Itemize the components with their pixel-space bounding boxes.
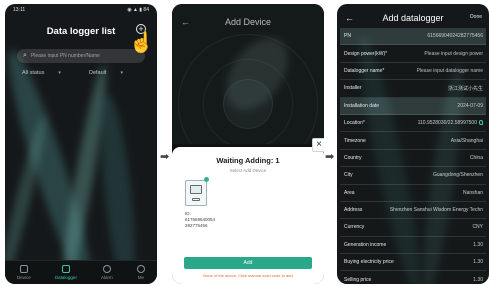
search-bar[interactable]: ⌕ bbox=[17, 49, 145, 63]
done-button[interactable]: Done bbox=[470, 14, 482, 20]
alarm-icon bbox=[102, 265, 111, 273]
field-label: Datalogger name* bbox=[344, 67, 385, 74]
form-row-location[interactable]: Location* 110.9528030/22.58997500 bbox=[340, 114, 486, 133]
selling-price-field[interactable]: 1.30 bbox=[473, 277, 483, 283]
form-row-timezone[interactable]: Timezone Asia/Shanghai bbox=[340, 132, 486, 150]
form-row-buying-price[interactable]: Buying electricity price 1.30 bbox=[340, 254, 486, 272]
add-device-screen: ← Add Device × Waiting Adding: 1 Select … bbox=[172, 4, 324, 284]
add-button[interactable]: Add bbox=[184, 257, 312, 269]
design-power-field[interactable]: Please input design power bbox=[424, 51, 483, 57]
form-row-installer: Installer 浙江测试小先生 bbox=[340, 80, 486, 98]
chevron-down-icon: ▾ bbox=[58, 70, 61, 76]
status-filter-label: All status bbox=[22, 70, 45, 76]
field-label: City bbox=[344, 172, 353, 179]
field-label: Design power(kW)* bbox=[344, 50, 388, 57]
field-label: Country bbox=[344, 154, 362, 161]
search-icon: ⌕ bbox=[23, 52, 27, 59]
tab-datalogger[interactable]: Datalogger bbox=[55, 265, 77, 280]
flow-arrow-icon: ➡ bbox=[325, 151, 335, 163]
city-field[interactable]: Guangdong/Shenzhen bbox=[433, 172, 483, 178]
field-label: Address bbox=[344, 207, 363, 214]
serial-line-2: 282775456 bbox=[185, 223, 208, 228]
tab-label: Me bbox=[137, 275, 145, 280]
user-icon bbox=[136, 265, 145, 273]
datalogger-name-field[interactable]: Please input datalogger name bbox=[417, 68, 483, 74]
device-icon bbox=[19, 265, 28, 273]
datalogger-device-card[interactable] bbox=[185, 180, 207, 206]
sheet-subtitle: Select Add Device bbox=[229, 168, 267, 173]
location-value: 110.9528030/22.58997500 bbox=[417, 120, 477, 127]
currency-field[interactable]: CNY bbox=[472, 224, 483, 230]
device-serial: ID: 617669640054 282775456 bbox=[185, 211, 215, 229]
add-datalogger-screen: ← Add datalogger Done PN 615669040242827… bbox=[337, 4, 489, 284]
tab-me[interactable]: Me bbox=[136, 265, 145, 280]
field-label: Installer bbox=[344, 85, 362, 92]
field-label: Selling price bbox=[344, 276, 372, 283]
sort-dropdown[interactable]: Default ▾ bbox=[89, 70, 123, 76]
background-streak bbox=[94, 93, 142, 284]
field-label: PN bbox=[344, 33, 351, 40]
datalogger-icon bbox=[190, 185, 202, 194]
installer-value: 浙江测试小先生 bbox=[447, 85, 483, 92]
tab-device[interactable]: Device bbox=[17, 265, 31, 280]
status-filter-dropdown[interactable]: All status ▾ bbox=[22, 70, 61, 76]
search-input[interactable] bbox=[30, 53, 131, 59]
chevron-down-icon: ▾ bbox=[120, 70, 123, 76]
field-label: Area bbox=[344, 189, 355, 196]
status-time: 13:11 bbox=[13, 7, 26, 13]
add-device-sheet: × Waiting Adding: 1 Select Add Device ID… bbox=[172, 138, 324, 284]
form-row-installation-date[interactable]: Installation date 2024-07-09 bbox=[340, 97, 486, 115]
field-label: Location* bbox=[344, 120, 365, 127]
buying-price-field[interactable]: 1.30 bbox=[473, 259, 483, 265]
location-field[interactable]: 110.9528030/22.58997500 bbox=[418, 120, 483, 126]
field-label: Installation date bbox=[344, 102, 380, 109]
datalogger-list-screen: 13:11 ◉ ▲ ▮ 84 Data logger list + ☝ ⌕ Al… bbox=[5, 4, 157, 284]
form-row-datalogger-name[interactable]: Datalogger name* Please input datalogger… bbox=[340, 62, 486, 81]
bottom-tab-bar: Device Datalogger Alarm Me bbox=[5, 260, 157, 284]
field-label: Generation income bbox=[344, 241, 387, 248]
address-field[interactable]: Shenzhen Sanshui Wisdom Energy Techn bbox=[390, 207, 483, 213]
tab-alarm[interactable]: Alarm bbox=[101, 265, 113, 280]
form-row-address[interactable]: Address Shenzhen Sanshui Wisdom Energy T… bbox=[340, 201, 486, 220]
selected-check-icon bbox=[204, 177, 209, 182]
tab-label: Alarm bbox=[101, 275, 113, 280]
form-row-country[interactable]: Country China bbox=[340, 149, 486, 168]
field-label: Timezone bbox=[344, 137, 366, 144]
form-row-selling-price[interactable]: Selling price 1.30 bbox=[340, 271, 486, 284]
connector-icon bbox=[192, 198, 200, 201]
status-bar: 13:11 ◉ ▲ ▮ 84 bbox=[13, 7, 149, 15]
flow-arrow-icon: ➡ bbox=[160, 151, 170, 163]
form-row-pn: PN 61566904024282775456 bbox=[340, 28, 486, 46]
tab-label: Datalogger bbox=[54, 275, 77, 280]
datalogger-icon bbox=[61, 265, 70, 273]
sheet-title: Waiting Adding: 1 bbox=[216, 156, 280, 165]
area-field[interactable]: Nanshan bbox=[463, 190, 483, 196]
status-icons: ◉ ▲ ▮ 84 bbox=[127, 7, 149, 13]
location-pin-icon[interactable] bbox=[479, 120, 483, 126]
sort-label: Default bbox=[89, 70, 107, 76]
tab-label: Device bbox=[17, 275, 31, 280]
field-label: Buying electricity price bbox=[344, 259, 394, 266]
form-row-area[interactable]: Area Nanshan bbox=[340, 184, 486, 202]
datalogger-form: PN 61566904024282775456 Design power(kW)… bbox=[340, 28, 486, 284]
form-row-currency[interactable]: Currency CNY bbox=[340, 219, 486, 237]
form-row-city[interactable]: City Guangdong/Shenzhen bbox=[340, 167, 486, 185]
close-icon[interactable]: × bbox=[312, 138, 324, 152]
field-label: Currency bbox=[344, 224, 365, 231]
installation-date-field[interactable]: 2024-07-09 bbox=[457, 103, 483, 109]
form-row-design-power[interactable]: Design power(kW)* Please input design po… bbox=[340, 45, 486, 63]
generation-income-field[interactable]: 1.30 bbox=[473, 242, 483, 248]
manual-scan-hint[interactable]: None of the above. Click manual scan cod… bbox=[172, 273, 324, 278]
pn-value: 61566904024282775456 bbox=[427, 33, 483, 40]
country-field[interactable]: China bbox=[470, 155, 483, 161]
timezone-field[interactable]: Asia/Shanghai bbox=[451, 138, 483, 144]
page-title: Add datalogger bbox=[382, 13, 444, 23]
form-row-generation-income[interactable]: Generation income 1.30 bbox=[340, 236, 486, 255]
